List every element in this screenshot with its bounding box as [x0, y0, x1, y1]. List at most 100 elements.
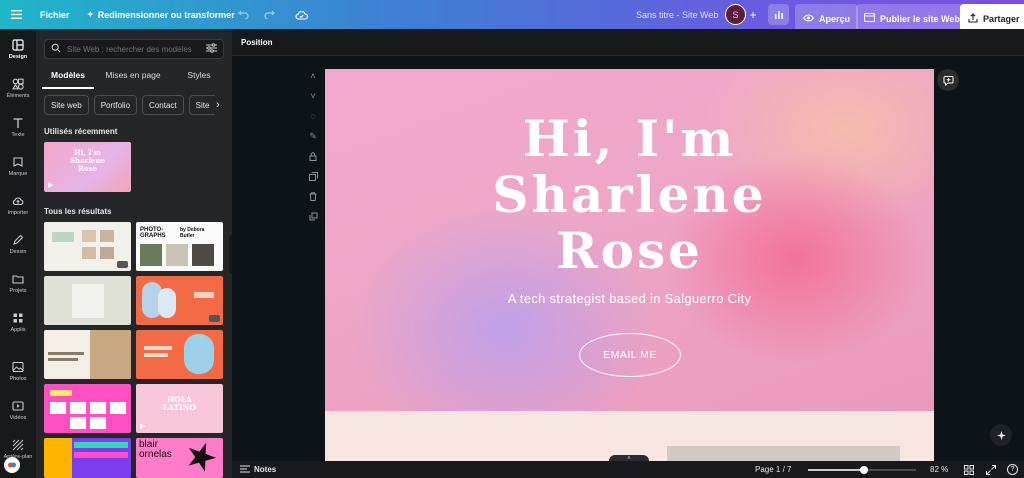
result-thumb[interactable] [44, 384, 131, 433]
play-icon: ▶ [140, 423, 146, 430]
result-thumb[interactable]: HOLA LATINO ▶ [136, 384, 223, 433]
website-page[interactable]: Hi, I'm Sharlene Rose A tech strategist … [325, 69, 934, 461]
page-indicator[interactable]: Page 1 / 7 [755, 461, 791, 478]
rail-label: Projets [9, 288, 27, 294]
result-thumb[interactable] [136, 330, 223, 379]
zoom-slider[interactable] [808, 466, 916, 474]
templates-panel: Modèles Mises en page Styles Site web Po… [36, 29, 232, 478]
filter-icon[interactable] [206, 43, 217, 55]
hero-title-line1[interactable]: Hi, I'm [325, 111, 934, 167]
background-icon [12, 439, 24, 451]
help-icon[interactable]: ? [1007, 464, 1018, 475]
fullscreen-icon[interactable] [986, 465, 996, 477]
next-section-image[interactable] [667, 446, 900, 461]
chevron-right-icon[interactable]: › [216, 99, 220, 111]
publish-icon [864, 13, 875, 24]
thumb-title: Hi, I'm Sharlene Rose [69, 148, 106, 173]
play-icon: ▶ [48, 182, 54, 189]
draw-icon [13, 234, 24, 245]
canva-logo[interactable] [4, 457, 20, 473]
chevron-up-icon[interactable]: ˄ [306, 69, 320, 83]
search-input[interactable] [67, 44, 200, 54]
recent-template-thumb[interactable]: Hi, I'm Sharlene Rose ▶ [44, 142, 131, 192]
tab-layouts[interactable]: Mises en page [100, 67, 166, 89]
rail-item-upload[interactable]: Importer [0, 195, 36, 216]
rail-label: Design [8, 54, 28, 60]
trash-icon[interactable] [306, 189, 320, 203]
resize-button[interactable]: ✦ Redimensionner ou transformer [87, 0, 235, 29]
hero-section[interactable]: Hi, I'm Sharlene Rose A tech strategist … [325, 69, 934, 411]
result-thumb[interactable]: blair ornelas [136, 438, 223, 478]
chip-website[interactable]: Site web [44, 95, 89, 115]
preview-label: Aperçu [819, 13, 851, 24]
rail-label: Applis [10, 327, 26, 333]
result-thumb[interactable] [44, 276, 131, 325]
rail-item-text[interactable]: Texte [0, 117, 36, 138]
rail-label: Photos [9, 376, 27, 382]
avatar[interactable]: S [725, 4, 746, 25]
rail-item-elements[interactable]: Éléments [0, 78, 36, 99]
redo-icon[interactable] [263, 0, 275, 29]
app-window: Fichier ✦ Redimensionner ou transformer … [0, 0, 1024, 478]
rail-label: Vidéos [9, 415, 27, 421]
chevron-down-icon[interactable]: ˅ [306, 89, 320, 103]
position-button[interactable]: Position [241, 38, 273, 47]
rail-item-apps[interactable]: Applis [0, 312, 36, 333]
duplicate-icon[interactable] [306, 169, 320, 183]
tab-styles[interactable]: Styles [166, 67, 232, 89]
grid-view-icon[interactable] [964, 465, 974, 477]
hero-title-line3[interactable]: Rose [325, 223, 934, 279]
add-collaborator-icon[interactable]: + [747, 0, 759, 29]
notes-edit-icon[interactable]: ✎ [306, 129, 320, 143]
hamburger-icon[interactable] [9, 0, 23, 29]
comment-add-icon[interactable] [937, 69, 959, 91]
rail-item-design[interactable]: Design [0, 39, 36, 60]
chip-portfolio[interactable]: Portfolio [93, 95, 138, 115]
zoom-level[interactable]: 82 % [930, 461, 948, 478]
result-thumb[interactable] [44, 222, 131, 271]
cloud-sync-icon[interactable] [294, 0, 308, 29]
apps-icon [13, 313, 23, 323]
result-thumb[interactable] [44, 330, 131, 379]
rail-item-videos[interactable]: Vidéos [0, 400, 36, 421]
result-thumb[interactable] [44, 438, 131, 478]
design-icon [12, 39, 24, 51]
eye-icon [802, 14, 815, 24]
file-menu[interactable]: Fichier [40, 0, 70, 29]
share-icon [968, 12, 978, 25]
document-title[interactable]: Sans titre - Site Web [636, 0, 718, 29]
resize-label: Redimensionner ou transformer [97, 9, 235, 20]
hero-title-line2[interactable]: Sharlene [325, 167, 934, 223]
thumb-text: HOLA LATINO [162, 395, 197, 412]
notes-button[interactable]: Notes [240, 461, 276, 478]
hero-tagline[interactable]: A tech strategist based in Salguerro Cit… [325, 291, 934, 306]
rail-label: Importer [7, 210, 29, 216]
rail-item-photos[interactable]: Photos [0, 361, 36, 382]
search-icon [51, 43, 61, 55]
videos-icon [12, 401, 24, 411]
insights-icon[interactable] [768, 4, 789, 25]
chip-site[interactable]: Site [188, 95, 215, 115]
chip-contact[interactable]: Contact [142, 95, 184, 115]
folder-icon [12, 275, 24, 284]
rail-label: Dessin [9, 249, 27, 255]
rail-item-draw[interactable]: Dessin [0, 234, 36, 255]
add-page-icon[interactable] [306, 209, 320, 223]
undo-icon[interactable] [237, 0, 249, 29]
rail-item-background[interactable]: Arrière-plan [0, 439, 36, 460]
email-me-button[interactable]: EMAIL ME [579, 333, 681, 377]
zoom-slider-handle[interactable] [859, 466, 868, 474]
thumb-text: blair ornelas [139, 439, 172, 460]
publish-label: Publier le site Web [880, 13, 960, 24]
share-label: Partager [983, 13, 1020, 24]
search-box[interactable] [44, 39, 224, 59]
notes-label: Notes [254, 465, 277, 474]
result-thumb[interactable] [136, 276, 223, 325]
result-thumb[interactable]: PHOTO-GRAPHS by Debora Butler [136, 222, 223, 271]
lock-icon[interactable] [306, 149, 320, 163]
tab-templates[interactable]: Modèles [42, 67, 94, 89]
hide-icon[interactable]: ◌ [306, 109, 320, 123]
rail-item-projects[interactable]: Projets [0, 273, 36, 294]
magic-assistant-icon[interactable] [990, 424, 1012, 446]
rail-item-brand[interactable]: Marque [0, 156, 36, 177]
